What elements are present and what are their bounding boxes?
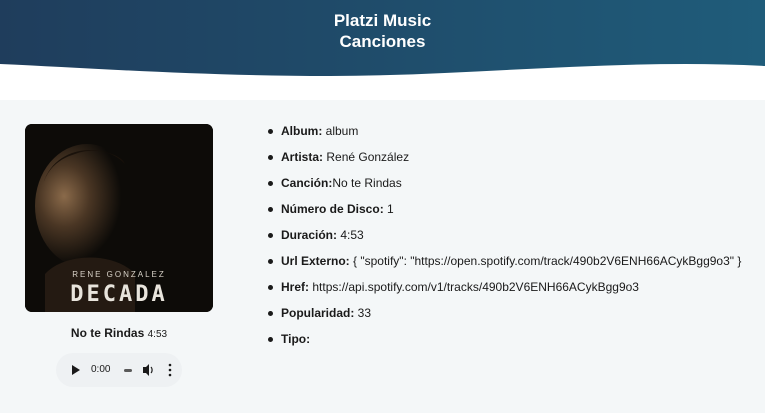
song-details-list: Album: album Artista: René González Canc… bbox=[265, 124, 755, 358]
page-title: Platzi Music Canciones bbox=[0, 10, 765, 52]
play-icon[interactable] bbox=[71, 353, 81, 387]
detail-value: 1 bbox=[383, 202, 394, 216]
detail-artist: Artista: René González bbox=[265, 150, 755, 176]
detail-external-url: Url Externo: { "spotify": "https://open.… bbox=[265, 254, 755, 280]
detail-label: Href: bbox=[281, 280, 310, 294]
detail-value: { "spotify": "https://open.spotify.com/t… bbox=[349, 254, 742, 268]
detail-label: Tipo: bbox=[281, 332, 311, 346]
detail-label: Album: bbox=[281, 124, 323, 138]
song-detail-panel: RENE GONZALEZ DECADA No te Rindas 4:53 0… bbox=[0, 100, 765, 413]
song-duration: 4:53 bbox=[147, 329, 168, 340]
detail-label: Url Externo: bbox=[281, 254, 350, 268]
detail-value: 33 bbox=[354, 306, 372, 320]
album-cover: RENE GONZALEZ DECADA bbox=[25, 124, 213, 312]
app-name: Platzi Music bbox=[333, 11, 432, 30]
volume-icon[interactable] bbox=[142, 353, 154, 387]
song-name: No te Rindas bbox=[70, 326, 145, 340]
page-header: Platzi Music Canciones bbox=[0, 0, 765, 100]
cover-artist-text: RENE GONZALEZ bbox=[72, 270, 166, 279]
progress-bar[interactable] bbox=[124, 369, 132, 372]
detail-label: Popularidad: bbox=[281, 306, 355, 320]
detail-type: Tipo: bbox=[265, 332, 755, 358]
detail-label: Canción: bbox=[281, 176, 333, 190]
detail-value: No te Rindas bbox=[332, 176, 402, 190]
song-caption: No te Rindas 4:53 bbox=[25, 326, 213, 340]
detail-song: Canción:No te Rindas bbox=[265, 176, 755, 202]
detail-value: René González bbox=[323, 150, 410, 164]
current-time: 0:00 bbox=[91, 364, 111, 375]
section-name: Canciones bbox=[339, 32, 426, 51]
detail-album: Album: album bbox=[265, 124, 755, 150]
detail-value: 4:53 bbox=[337, 228, 364, 242]
cover-album-text: DECADA bbox=[70, 282, 168, 307]
more-vert-icon[interactable] bbox=[168, 353, 172, 387]
detail-label: Artista: bbox=[281, 150, 324, 164]
detail-label: Número de Disco: bbox=[281, 202, 384, 216]
detail-value: album bbox=[322, 124, 359, 138]
audio-player[interactable]: 0:00 bbox=[56, 353, 182, 387]
detail-disc-number: Número de Disco: 1 bbox=[265, 202, 755, 228]
detail-popularity: Popularidad: 33 bbox=[265, 306, 755, 332]
detail-value: https://api.spotify.com/v1/tracks/490b2V… bbox=[309, 280, 639, 294]
detail-duration: Duración: 4:53 bbox=[265, 228, 755, 254]
detail-href: Href: https://api.spotify.com/v1/tracks/… bbox=[265, 280, 755, 306]
detail-label: Duración: bbox=[281, 228, 338, 242]
